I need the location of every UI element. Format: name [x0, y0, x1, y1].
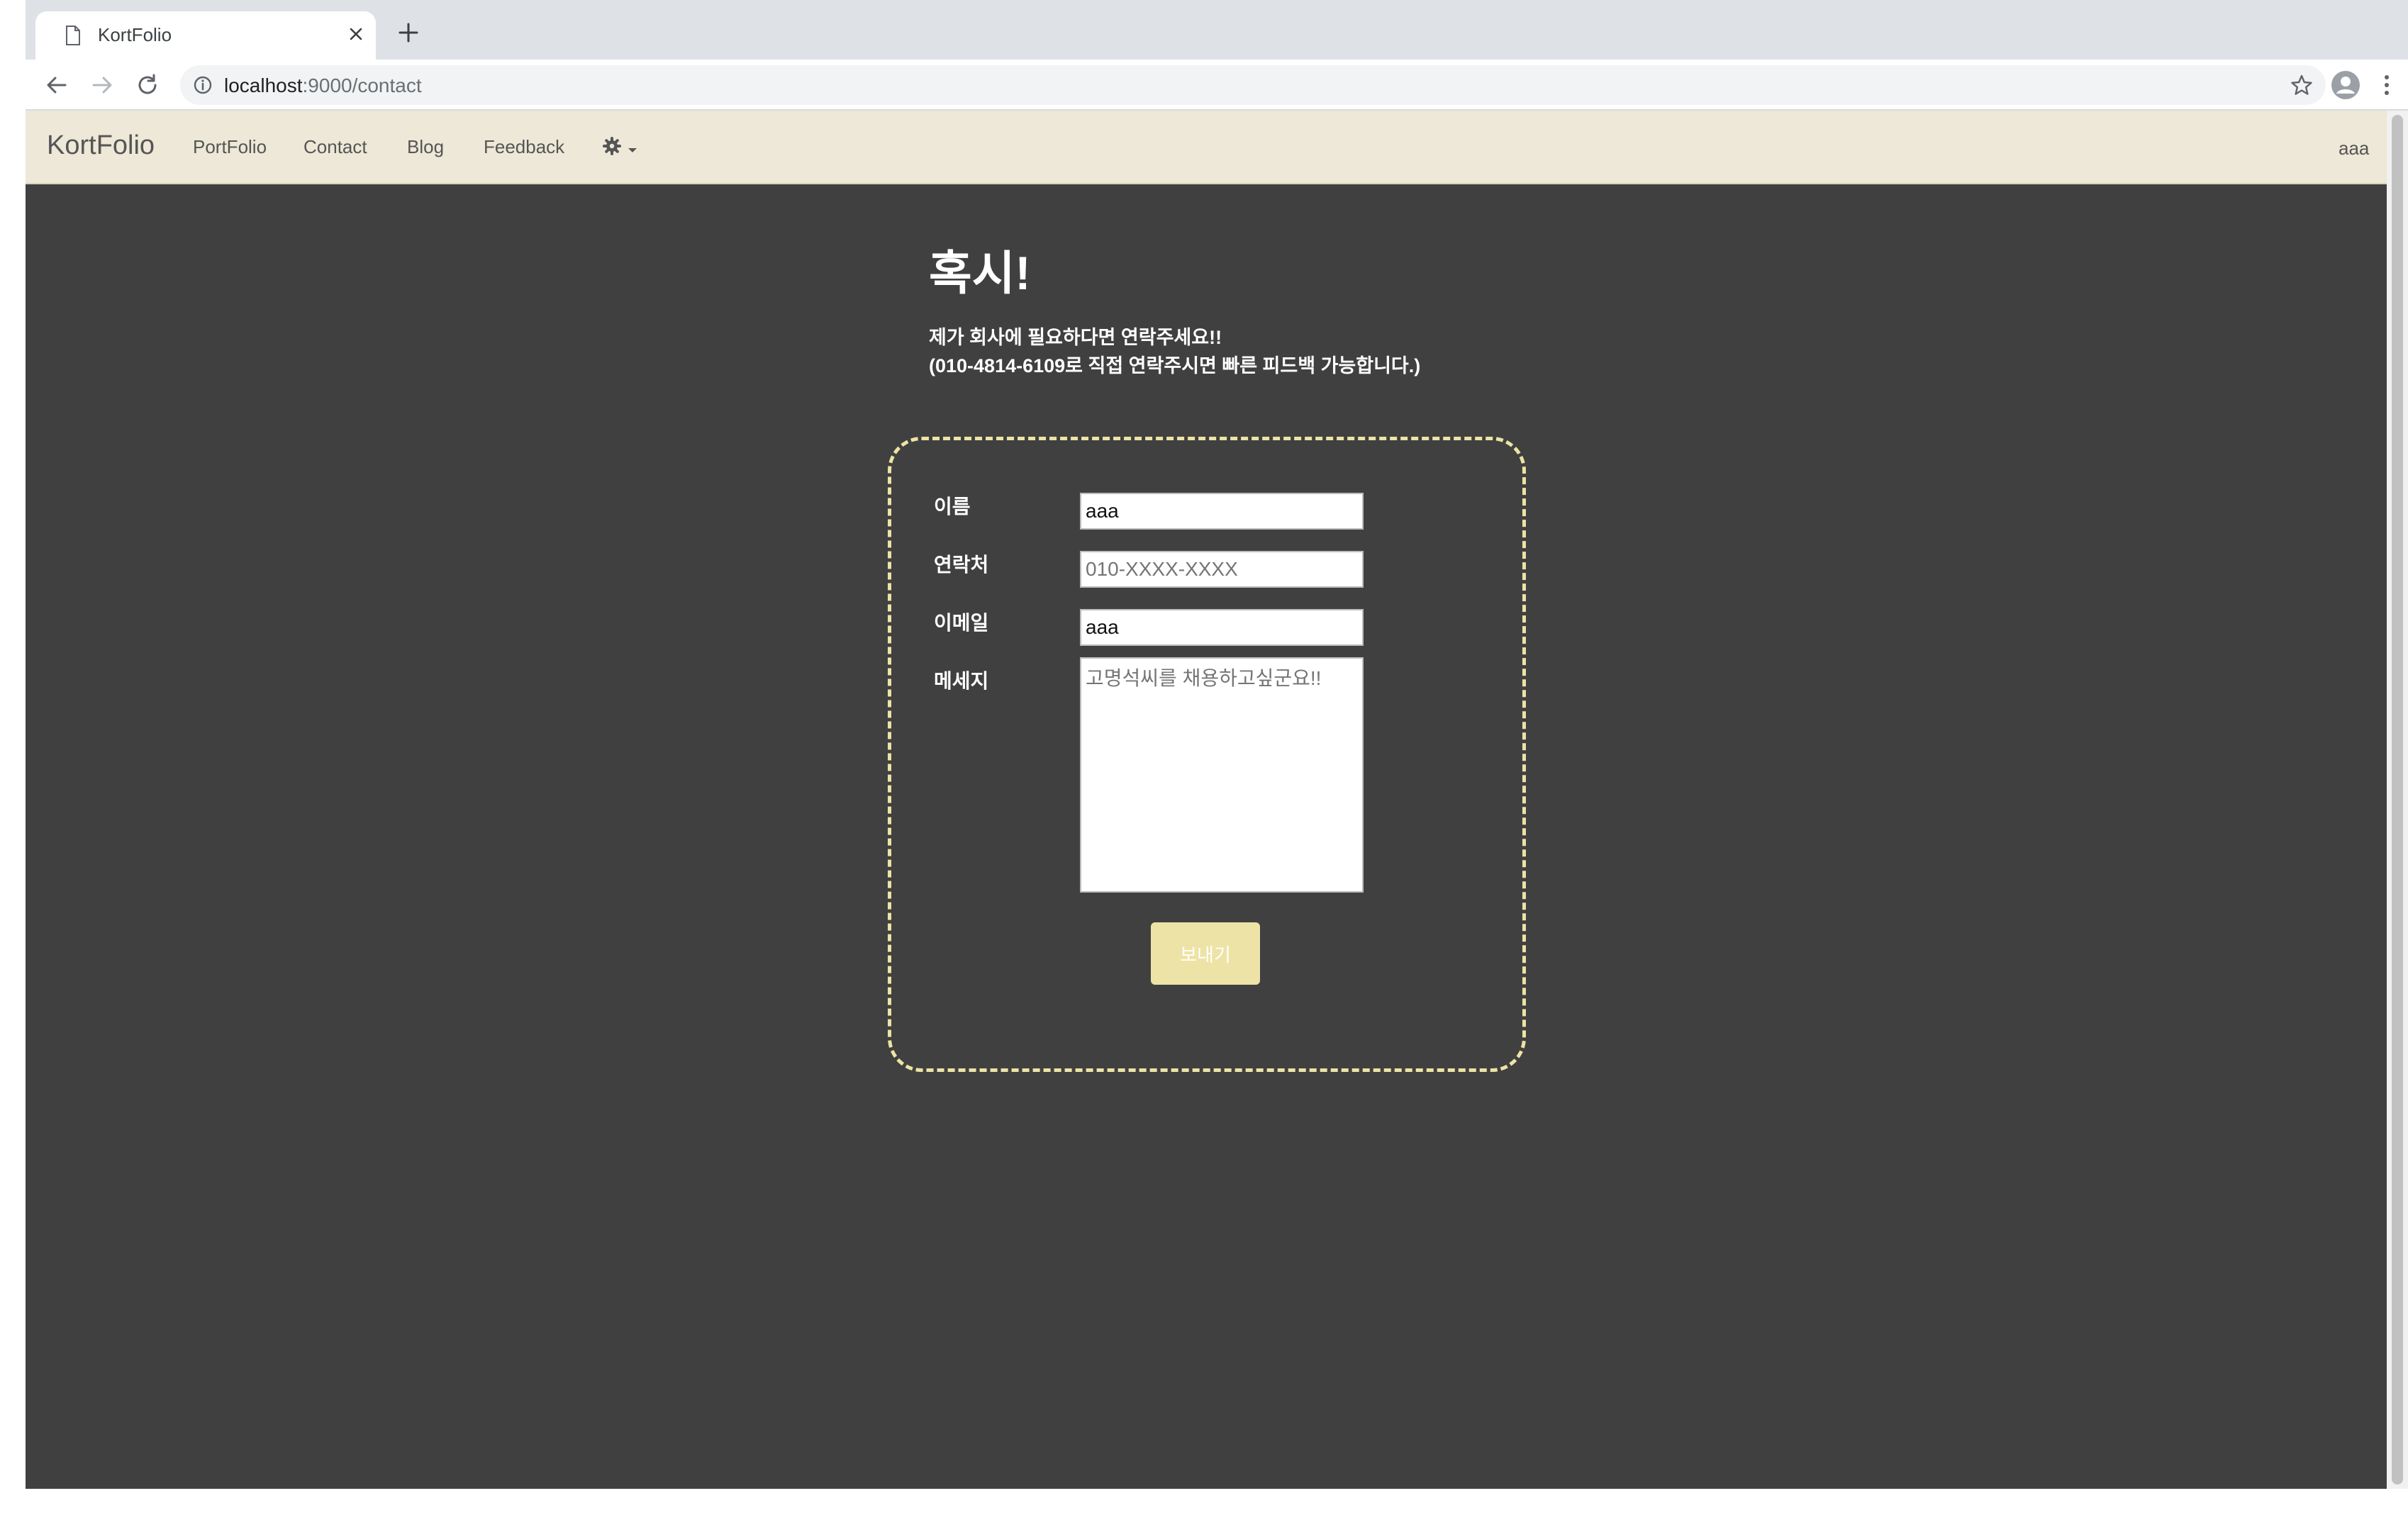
reload-icon[interactable]: [135, 72, 160, 98]
more-menu-icon[interactable]: [2374, 72, 2399, 98]
message-textarea[interactable]: [1080, 657, 1364, 893]
submit-button[interactable]: 보내기: [1151, 922, 1260, 985]
phone-label: 연락처: [934, 554, 989, 576]
nav-link-blog[interactable]: Blog: [407, 136, 444, 158]
settings-dropdown[interactable]: [603, 135, 642, 160]
info-icon[interactable]: [193, 75, 213, 95]
email-input[interactable]: [1080, 609, 1364, 646]
page-viewport: KortFolio PortFolio Contact Blog Feedbac…: [26, 111, 2408, 1489]
intro-text-line-2: (010-4814-6109로 직접 연락주시면 빠른 피드백 가능합니다.): [929, 355, 1421, 376]
name-label: 이름: [934, 496, 971, 518]
intro-text-line-1: 제가 회사에 필요하다면 연락주세요!!: [929, 327, 1222, 348]
email-label: 이메일: [934, 612, 989, 634]
back-arrow-icon[interactable]: [44, 72, 69, 98]
message-label: 메세지: [934, 670, 989, 692]
scrollbar-thumb[interactable]: [2392, 115, 2403, 1485]
document-icon: [66, 26, 80, 45]
browser-toolbar: localhost:9000/contact: [26, 60, 2408, 111]
address-bar[interactable]: localhost:9000/contact: [180, 65, 2326, 105]
tab-strip: KortFolio: [26, 0, 2408, 60]
nav-link-portfolio[interactable]: PortFolio: [193, 136, 267, 158]
nav-user-name[interactable]: aaa: [2339, 138, 2369, 160]
site-navbar: KortFolio PortFolio Contact Blog Feedbac…: [26, 111, 2387, 184]
page-heading: 혹시!: [929, 247, 1031, 299]
url-path: :9000/contact: [302, 74, 422, 96]
browser-tab[interactable]: KortFolio: [35, 11, 376, 60]
url-host: localhost: [224, 74, 303, 96]
tab-title: KortFolio: [98, 24, 172, 45]
nav-link-contact[interactable]: Contact: [303, 136, 367, 158]
profile-avatar-icon[interactable]: [2330, 69, 2361, 101]
brand-link[interactable]: KortFolio: [47, 130, 155, 161]
new-tab-icon[interactable]: [397, 21, 420, 44]
gear-icon: [603, 137, 621, 155]
phone-input[interactable]: [1080, 551, 1364, 588]
url-text[interactable]: localhost:9000/contact: [224, 74, 422, 97]
nav-link-feedback[interactable]: Feedback: [484, 136, 564, 158]
bookmark-star-icon[interactable]: [2290, 74, 2313, 96]
close-icon[interactable]: [345, 23, 367, 45]
name-input[interactable]: [1080, 493, 1364, 530]
caret-down-icon: [628, 148, 637, 152]
browser-window: KortFolio localhost:9000/contact KortFol…: [26, 0, 2408, 1489]
forward-arrow-icon[interactable]: [89, 72, 115, 98]
page-scrollbar[interactable]: [2387, 111, 2408, 1489]
contact-form: 이름 연락처 이메일 메세지 보내기: [888, 437, 1526, 1072]
